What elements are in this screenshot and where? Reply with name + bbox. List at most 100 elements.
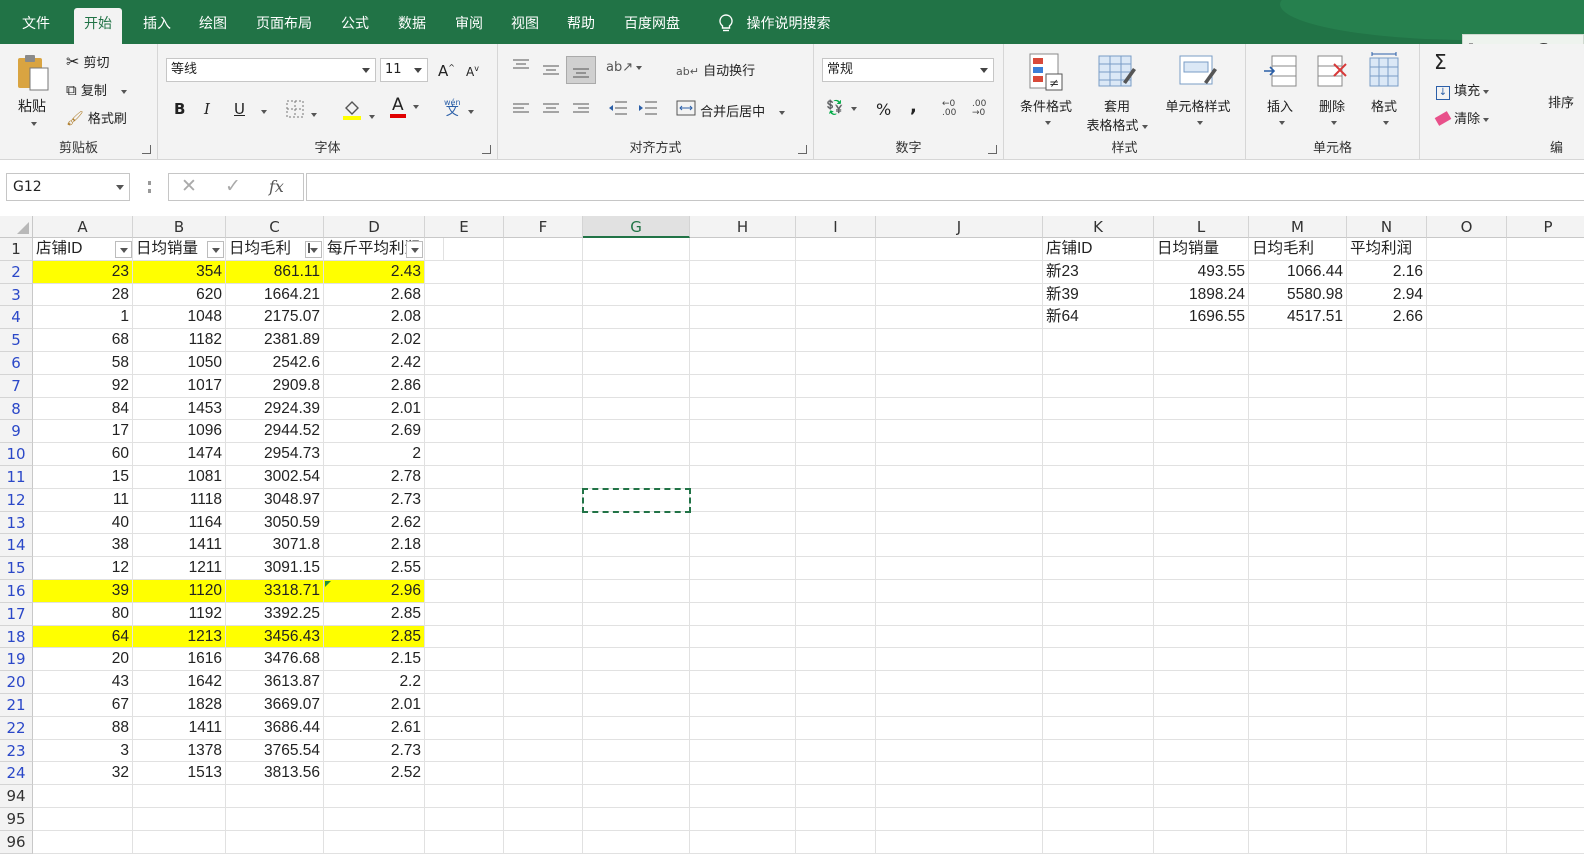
cell[interactable] bbox=[690, 694, 796, 717]
fill-color-button[interactable] bbox=[342, 98, 376, 124]
cell-a20[interactable]: 43 bbox=[33, 671, 133, 694]
cell[interactable] bbox=[796, 785, 876, 808]
row-header-15[interactable]: 15 bbox=[0, 557, 33, 580]
cell[interactable] bbox=[876, 808, 1043, 831]
summary-header-k[interactable]: 店铺ID bbox=[1043, 238, 1154, 261]
cell[interactable] bbox=[1507, 808, 1584, 831]
cell[interactable] bbox=[796, 694, 876, 717]
cancel-icon[interactable]: ✕ bbox=[181, 175, 197, 197]
cell[interactable] bbox=[425, 443, 504, 466]
font-color-button[interactable]: A bbox=[390, 96, 419, 118]
cell-m4[interactable]: 4517.51 bbox=[1249, 306, 1347, 330]
cell[interactable] bbox=[504, 488, 583, 512]
cell[interactable] bbox=[1249, 557, 1347, 580]
cell[interactable] bbox=[1347, 511, 1427, 535]
cell[interactable] bbox=[876, 443, 1043, 466]
cell[interactable] bbox=[1507, 648, 1584, 672]
filter-dropdown-b[interactable] bbox=[207, 241, 224, 258]
cell-b24[interactable]: 1513 bbox=[133, 762, 226, 786]
header-cell-d[interactable]: 每斤平均利润 bbox=[324, 238, 444, 261]
cell-a22[interactable]: 88 bbox=[33, 716, 133, 740]
cell[interactable] bbox=[583, 785, 690, 808]
cell[interactable] bbox=[425, 397, 504, 421]
cell-d13[interactable]: 2.62 bbox=[324, 511, 425, 535]
column-header-p[interactable]: P bbox=[1507, 216, 1584, 238]
cell[interactable] bbox=[425, 260, 504, 284]
sort-filter-button[interactable]: 排序 bbox=[1548, 92, 1584, 111]
cell[interactable] bbox=[1043, 329, 1154, 352]
cell[interactable] bbox=[1427, 648, 1507, 672]
cell-n2[interactable]: 2.16 bbox=[1347, 260, 1427, 284]
cell-a11[interactable]: 15 bbox=[33, 466, 133, 489]
cell[interactable] bbox=[876, 739, 1043, 763]
cell[interactable] bbox=[1043, 466, 1154, 489]
cell[interactable] bbox=[583, 602, 690, 626]
cell[interactable] bbox=[583, 808, 690, 831]
cell[interactable] bbox=[583, 625, 690, 649]
cell[interactable] bbox=[1347, 785, 1427, 808]
cell[interactable] bbox=[1154, 443, 1249, 466]
column-header-g[interactable]: G bbox=[583, 216, 690, 238]
cell[interactable] bbox=[1347, 374, 1427, 398]
dialog-launcher-icon[interactable] bbox=[798, 145, 807, 154]
cell[interactable] bbox=[1043, 580, 1154, 603]
cell[interactable] bbox=[425, 739, 504, 763]
cell[interactable] bbox=[876, 716, 1043, 740]
decrease-indent-button[interactable] bbox=[608, 100, 628, 120]
cell-b17[interactable]: 1192 bbox=[133, 602, 226, 626]
cell[interactable] bbox=[690, 352, 796, 375]
cell-b7[interactable]: 1017 bbox=[133, 374, 226, 398]
cell[interactable] bbox=[1427, 580, 1507, 603]
cell[interactable] bbox=[583, 694, 690, 717]
tab-insert[interactable]: 插入 bbox=[133, 8, 181, 44]
cell[interactable] bbox=[876, 420, 1043, 444]
cell[interactable] bbox=[1347, 762, 1427, 786]
cell-d23[interactable]: 2.73 bbox=[324, 739, 425, 763]
cell-d10[interactable]: 2 bbox=[324, 443, 425, 466]
cell-c21[interactable]: 3669.07 bbox=[226, 694, 324, 717]
cell[interactable] bbox=[796, 488, 876, 512]
cell-a17[interactable]: 80 bbox=[33, 602, 133, 626]
cell[interactable] bbox=[583, 397, 690, 421]
cell[interactable] bbox=[504, 420, 583, 444]
cell[interactable] bbox=[690, 534, 796, 558]
cell[interactable] bbox=[1507, 489, 1584, 512]
cell-a10[interactable]: 60 bbox=[33, 443, 133, 466]
cell[interactable] bbox=[1154, 739, 1249, 763]
cell[interactable] bbox=[1507, 261, 1584, 284]
cell[interactable] bbox=[583, 648, 690, 672]
comma-button[interactable]: , bbox=[910, 96, 917, 117]
cell[interactable] bbox=[690, 511, 796, 535]
cell[interactable] bbox=[1249, 329, 1347, 352]
tell-me-search[interactable]: 操作说明搜索 bbox=[708, 8, 840, 44]
cell[interactable] bbox=[876, 260, 1043, 284]
cell-styles-button[interactable]: 单元格样式 bbox=[1158, 52, 1238, 130]
cell[interactable] bbox=[876, 762, 1043, 786]
cell[interactable] bbox=[1249, 420, 1347, 444]
cell[interactable] bbox=[1427, 511, 1507, 535]
cell[interactable] bbox=[1427, 694, 1507, 717]
cell-b4[interactable]: 1048 bbox=[133, 306, 226, 330]
cell[interactable] bbox=[1043, 420, 1154, 444]
cell[interactable] bbox=[504, 671, 583, 694]
cell[interactable] bbox=[504, 808, 583, 831]
cell[interactable] bbox=[796, 580, 876, 603]
cell[interactable] bbox=[1507, 626, 1584, 649]
cell[interactable] bbox=[796, 602, 876, 626]
cell[interactable] bbox=[1507, 466, 1584, 489]
cell[interactable] bbox=[583, 374, 690, 398]
cell[interactable] bbox=[690, 488, 796, 512]
cell[interactable] bbox=[1507, 717, 1584, 740]
cell[interactable] bbox=[583, 762, 690, 786]
cell-a21[interactable]: 67 bbox=[33, 694, 133, 717]
cell-k3[interactable]: 新39 bbox=[1043, 283, 1154, 307]
cell-c8[interactable]: 2924.39 bbox=[226, 397, 324, 421]
cell-c22[interactable]: 3686.44 bbox=[226, 716, 324, 740]
cell-b13[interactable]: 1164 bbox=[133, 511, 226, 535]
cell-d21[interactable]: 2.01 bbox=[324, 694, 425, 717]
cell-a23[interactable]: 3 bbox=[33, 739, 133, 763]
cell[interactable] bbox=[796, 397, 876, 421]
cell[interactable] bbox=[1154, 488, 1249, 512]
column-header-i[interactable]: I bbox=[796, 216, 876, 238]
column-header-h[interactable]: H bbox=[690, 216, 796, 238]
